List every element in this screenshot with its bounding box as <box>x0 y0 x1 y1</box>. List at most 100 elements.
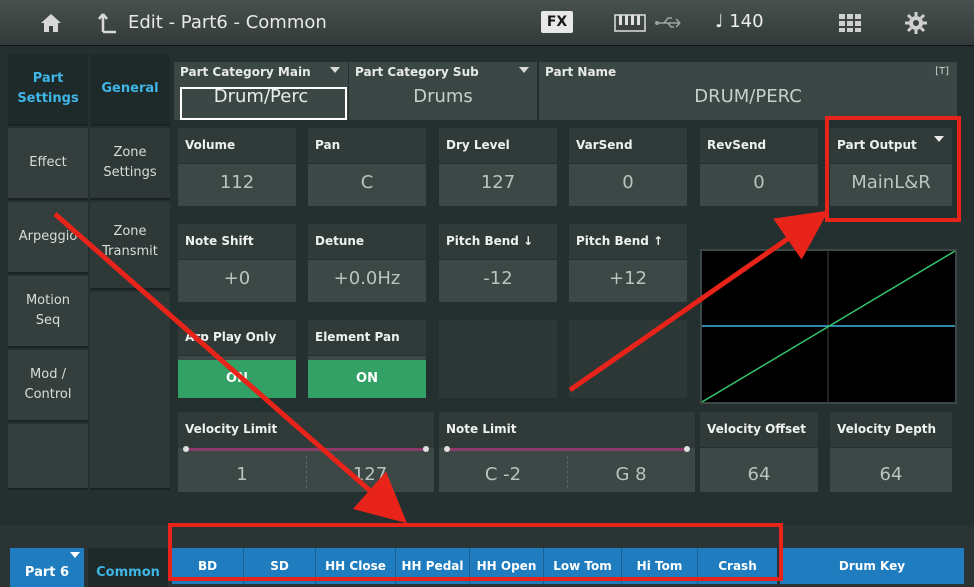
param-label: Detune <box>315 234 365 248</box>
fx-badge[interactable]: FX <box>541 11 573 33</box>
param-label: Note Shift <box>185 234 254 248</box>
page-title: Edit - Part6 - Common <box>128 12 327 33</box>
empty-slot <box>439 320 557 398</box>
nav-part-settings[interactable]: Part Settings <box>8 54 88 126</box>
param-label: Note Limit <box>446 422 517 436</box>
param-label: Dry Level <box>446 138 510 152</box>
subnav-empty <box>90 292 170 490</box>
param-pitch-bend-down[interactable]: Pitch Bend ↓ -12 <box>439 224 557 302</box>
annotation-box-part-output <box>825 116 961 222</box>
param-head: Detune <box>308 224 426 260</box>
param-label: Element Pan <box>315 330 400 344</box>
screen: Edit - Part6 - Common FX ♩ 140 Part Sett… <box>0 0 974 587</box>
param-value: +0 <box>223 268 251 289</box>
text-entry-tag: [T] <box>935 66 949 77</box>
param-pan[interactable]: Pan C <box>308 128 426 206</box>
part-label: Part 6 <box>24 565 70 580</box>
tab-zone-transmit[interactable]: Zone Transmit <box>90 202 170 290</box>
param-head: Note Limit <box>439 412 695 448</box>
part-name[interactable]: Part Name [T] DRUM/PERC <box>539 62 957 120</box>
gear-icon[interactable] <box>902 8 930 38</box>
param-head: Velocity Limit <box>178 412 434 448</box>
tab-label: Zone Transmit <box>102 224 158 259</box>
nav-motion-seq[interactable]: Motion Seq <box>8 276 88 348</box>
nav-arpeggio[interactable]: Arpeggio <box>8 202 88 274</box>
param-head: Pan <box>308 128 426 164</box>
param-label: Pitch Bend ↓ <box>446 234 534 248</box>
velocity-limit[interactable]: Velocity Limit 1 127 <box>178 412 434 492</box>
param-label: VarSend <box>576 138 633 152</box>
part-select-button[interactable]: Part 6 <box>10 548 84 587</box>
param-value: +0.0Hz <box>333 268 401 289</box>
param-head: Pitch Bend ↑ <box>569 224 687 260</box>
range-slider[interactable] <box>183 446 429 452</box>
tab-label: Zone Settings <box>103 145 157 180</box>
velocity-curve-plot <box>701 250 956 403</box>
common-tab[interactable]: Common <box>88 548 168 587</box>
param-note-shift[interactable]: Note Shift +0 <box>178 224 296 302</box>
param-value: +12 <box>609 268 647 289</box>
field-value: Drums <box>413 86 473 107</box>
nav-label: Effect <box>29 155 67 170</box>
param-var-send[interactable]: VarSend 0 <box>569 128 687 206</box>
field-label: Part Category Main <box>180 65 311 79</box>
nav-label: Motion Seq <box>25 293 71 328</box>
param-head: Note Shift <box>178 224 296 260</box>
param-value: 64 <box>747 464 771 485</box>
toggle-button[interactable]: ON <box>178 360 296 398</box>
home-icon[interactable] <box>36 8 66 38</box>
keyboard-icon <box>612 8 648 38</box>
range-high-value[interactable]: G 8 <box>567 464 695 485</box>
range-low-value[interactable]: 1 <box>178 464 306 485</box>
param-label: Arp Play Only <box>185 330 277 344</box>
part-category-sub[interactable]: Part Category Sub Drums <box>349 62 537 120</box>
range-slider[interactable] <box>444 446 690 452</box>
param-head: Dry Level <box>439 128 557 164</box>
param-value: -12 <box>483 268 513 289</box>
tab-general[interactable]: General <box>90 54 170 126</box>
velocity-curve-graph <box>700 249 957 404</box>
param-label: Volume <box>185 138 236 152</box>
grid-icon[interactable] <box>836 8 864 38</box>
tab-zone-settings[interactable]: Zone Settings <box>90 128 170 200</box>
tempo-display[interactable]: ♩ 140 <box>715 11 764 32</box>
nav-label: Mod / Control <box>24 367 72 402</box>
range-high-value[interactable]: 127 <box>306 464 434 485</box>
param-velocity-offset[interactable]: Velocity Offset 64 <box>700 412 818 492</box>
top-bar: Edit - Part6 - Common FX ♩ 140 <box>0 0 974 46</box>
nav-label: Part Settings <box>17 71 79 106</box>
selection-cursor <box>180 87 347 120</box>
toggle-arp-play-only[interactable]: Arp Play Only ON <box>178 320 296 398</box>
param-dry-level[interactable]: Dry Level 127 <box>439 128 557 206</box>
param-detune[interactable]: Detune +0.0Hz <box>308 224 426 302</box>
param-head: Volume <box>178 128 296 164</box>
param-head: VarSend <box>569 128 687 164</box>
field-label: Part Name <box>545 65 617 79</box>
nav-effect[interactable]: Effect <box>8 128 88 200</box>
param-label: Velocity Limit <box>185 422 278 436</box>
nav-empty <box>8 424 88 490</box>
param-head: RevSend <box>700 128 818 164</box>
field-value: DRUM/PERC <box>694 86 802 107</box>
toggle-button[interactable]: ON <box>308 360 426 398</box>
tab-label: General <box>101 81 159 96</box>
param-label: Pan <box>315 138 341 152</box>
param-velocity-depth[interactable]: Velocity Depth 64 <box>830 412 952 492</box>
param-label: Velocity Depth <box>837 422 937 436</box>
chevron-down-icon <box>70 552 80 558</box>
param-volume[interactable]: Volume 112 <box>178 128 296 206</box>
drum-key-button[interactable]: Drum Key <box>780 548 964 584</box>
param-head: Pitch Bend ↓ <box>439 224 557 260</box>
param-value: 127 <box>480 172 516 193</box>
param-value: 64 <box>879 464 903 485</box>
chevron-down-icon <box>330 67 340 73</box>
param-head: Velocity Offset <box>700 412 818 448</box>
param-rev-send[interactable]: RevSend 0 <box>700 128 818 206</box>
back-icon[interactable] <box>96 8 120 38</box>
param-pitch-bend-up[interactable]: Pitch Bend ↑ +12 <box>569 224 687 302</box>
param-label: RevSend <box>707 138 767 152</box>
range-low-value[interactable]: C -2 <box>439 464 567 485</box>
nav-mod-control[interactable]: Mod / Control <box>8 350 88 422</box>
toggle-element-pan[interactable]: Element Pan ON <box>308 320 426 398</box>
note-limit[interactable]: Note Limit C -2 G 8 <box>439 412 695 492</box>
